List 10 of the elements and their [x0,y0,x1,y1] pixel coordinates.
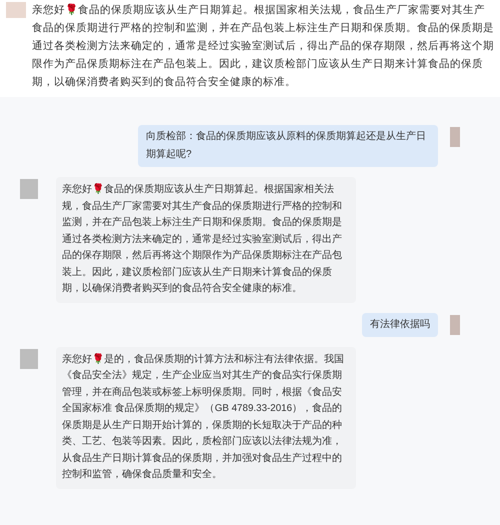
avatar-icon [20,348,38,368]
avatar-icon [20,179,38,199]
message-bubble: 有法律依据吗 [362,312,438,336]
message-bubble: 亲您好🌹食品的保质期应该从生产日期算起。根据国家相关法规，食品生产厂家需要对其生产食品的保质期进行严格的控制和监测，并在产品包装上标注生产日期和保质期。食品的保质期是通过各类检测方法来确定的，通常是经过实验室测试后，得出产品的保存期限，然后再将这个期限作为产品保质期标注在产品包装上。因此，建议质检部门应该从生产日期来计算食品的保质期，以确保消费者购买到的食品符合安全健康的标准。 [56,177,356,302]
message-bubble: 向质检部：食品的保质期应该从原料的保质期算起还是从生产日期算起呢? [138,125,438,167]
message-bubble: 亲您好🌹是的，食品保质期的计算方法和标注有法律依据。我国《食品安全法》规定，生产企业应当对其生产的食品实行保质期管理，并在商品包装或标签上标明保质期。同时，根据《食品安全国家标准 食品保质期的规定》（GB 4789.33-2016），食品的保质期是从生产日期开始计算的，保质期的长短取决于产品的种类、工艺、包装等因素。因此，质检部门应该以法律法规为准，从食品生产日期计算食品的保质期，并加强对食品生产过程中的控制和监管，确保食品质量和安全。 [56,346,356,488]
avatar-icon [450,314,460,334]
avatar-icon [450,127,460,147]
avatar-icon [6,2,26,18]
message-text: 亲您好🌹食品的保质期应该从生产日期算起。根据国家相关法规，食品生产厂家需要对其生产食品的保质期进行严格的控制和监测，并在产品包装上标注生产日期和保质期。食品的保质期是通过各类检测方法来确定的，通常是经过实验室测试后，得出产品的保存期限，然后再将这个期限作为产品保质期标注在产品包装上。因此，建议质检部门应该从生产日期来计算食品的保质期，以确保消费者购买到的食品符合安全健康的标准。 [32,2,494,90]
